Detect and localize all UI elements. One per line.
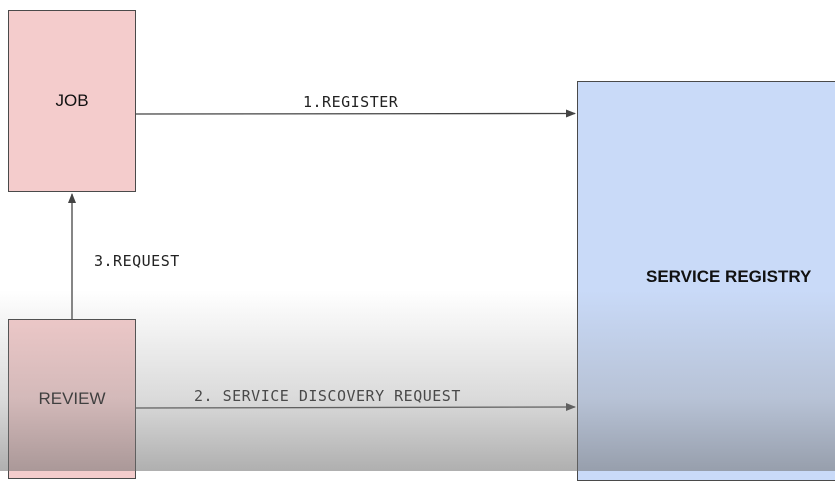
register-edge-label: 1.REGISTER <box>303 93 399 111</box>
register-arrow <box>135 109 576 118</box>
discovery-arrow <box>135 403 576 412</box>
discovery-edge-label: 2. SERVICE DISCOVERY REQUEST <box>194 387 461 405</box>
request-edge-label: 3.REQUEST <box>94 252 180 270</box>
